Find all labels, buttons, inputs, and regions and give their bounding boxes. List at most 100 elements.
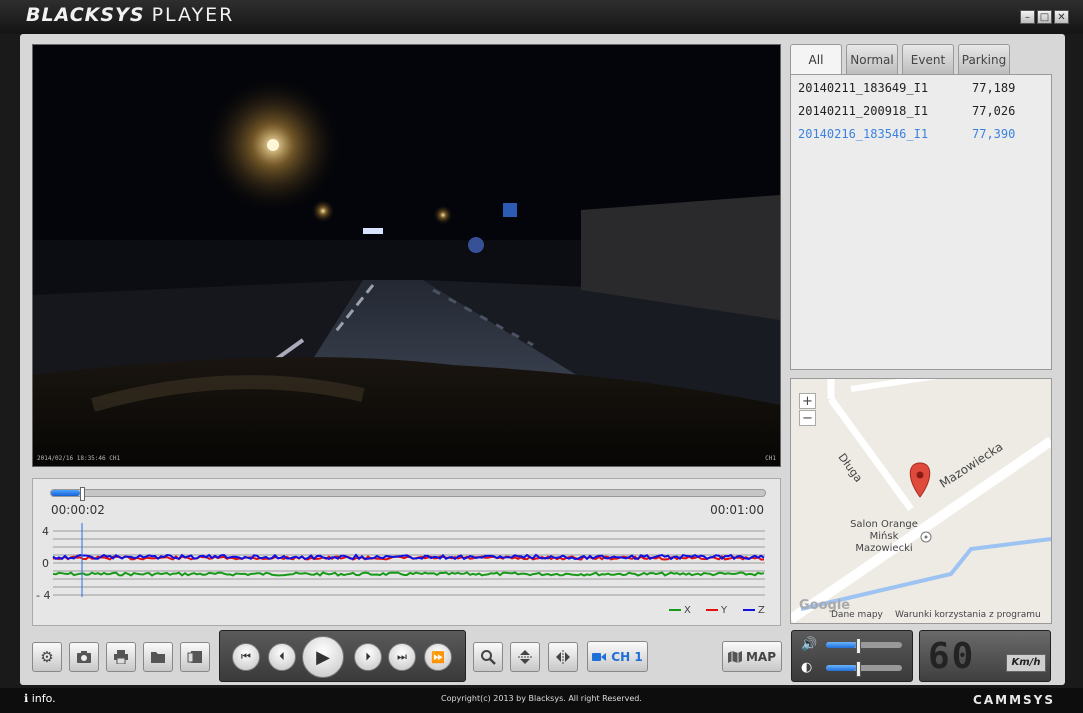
magnifier-icon bbox=[481, 650, 496, 665]
video-channel-tag: CH1 bbox=[765, 455, 776, 462]
seek-progress bbox=[51, 490, 80, 496]
skip-forward-icon: ⏭ bbox=[397, 650, 407, 663]
window-controls: – □ ✕ bbox=[1020, 10, 1069, 24]
playback-controls: ⏮ ⏴ ▶ ⏵ ⏭ ⏩ bbox=[219, 630, 466, 682]
speed-value: 60 bbox=[928, 636, 976, 677]
info-link[interactable]: ℹ info. bbox=[24, 692, 56, 705]
poi-line-2: Mińsk bbox=[869, 531, 899, 542]
gsensor-tick-top: 4 bbox=[42, 525, 49, 538]
info-label: info. bbox=[31, 692, 56, 705]
map-icon bbox=[727, 650, 742, 663]
flip-vertical-button[interactable] bbox=[510, 642, 540, 672]
flip-vertical-icon bbox=[518, 650, 532, 664]
print-icon bbox=[114, 650, 128, 664]
legend-z: Z bbox=[743, 605, 765, 616]
poi-label: Salon Orange Mińsk Mazowiecki bbox=[849, 519, 919, 555]
gsensor-x-line bbox=[52, 571, 765, 577]
play-button[interactable]: ▶ bbox=[302, 636, 344, 678]
frame-forward-icon: ⏵ bbox=[365, 650, 371, 663]
tab-all[interactable]: All bbox=[790, 44, 842, 74]
video-view[interactable]: 2014/02/16 18:35:46 CH1 CH1 bbox=[32, 44, 781, 467]
seek-handle[interactable] bbox=[79, 487, 85, 501]
file-name: 20140216_183546_I1 bbox=[798, 127, 929, 141]
brand-bold: BLACKSYS bbox=[26, 4, 145, 26]
map-terms-link[interactable]: Warunki korzystania z programu bbox=[895, 610, 1041, 620]
poi-line-1: Salon Orange bbox=[850, 519, 918, 530]
video-timestamp: 2014/02/16 18:35:46 CH1 bbox=[37, 455, 121, 462]
info-icon: ℹ bbox=[24, 692, 29, 705]
app-logo: BLACKSYS PLAYER bbox=[26, 4, 234, 26]
flip-horizontal-button[interactable] bbox=[548, 642, 578, 672]
legend-x-label: X bbox=[684, 605, 691, 616]
legend-y-label: Y bbox=[721, 605, 728, 616]
gsensor-tick-zero: 0 bbox=[42, 557, 49, 570]
legend-x: X bbox=[669, 605, 691, 616]
folder-icon bbox=[151, 652, 165, 663]
export-button[interactable] bbox=[180, 642, 210, 672]
volume-icon: 🔊 bbox=[801, 637, 818, 652]
brand-light: PLAYER bbox=[151, 4, 235, 26]
volume-level bbox=[826, 642, 857, 648]
skip-back-button[interactable]: ⏮ bbox=[232, 643, 260, 671]
gsensor-graph[interactable] bbox=[33, 523, 780, 603]
snapshot-button[interactable] bbox=[69, 642, 99, 672]
skip-forward-button[interactable]: ⏭ bbox=[388, 643, 416, 671]
audio-video-mixer: 🔊 ◐ bbox=[791, 630, 913, 682]
fast-forward-button[interactable]: ⏩ bbox=[424, 643, 452, 671]
file-size: 77,390 bbox=[972, 127, 1016, 141]
brightness-slider[interactable] bbox=[826, 661, 902, 677]
seek-bar[interactable] bbox=[50, 487, 766, 501]
open-folder-button[interactable] bbox=[143, 642, 173, 672]
video-camera-icon bbox=[592, 652, 607, 661]
speed-unit: Km/h bbox=[1006, 654, 1046, 672]
settings-button[interactable]: ⚙ bbox=[32, 642, 62, 672]
list-item[interactable]: 20140211_200918_I1 77,026 bbox=[798, 104, 1015, 118]
copyright: Copyright(c) 2013 by Blacksys. All right… bbox=[441, 694, 642, 703]
skip-back-icon: ⏮ bbox=[241, 650, 251, 663]
zoom-button[interactable] bbox=[473, 642, 503, 672]
tab-normal[interactable]: Normal bbox=[846, 44, 898, 74]
minimize-button[interactable]: – bbox=[1020, 10, 1035, 24]
map-panel[interactable]: + − Długa Mazowiecka Salon Orange Mińsk … bbox=[790, 378, 1052, 624]
brightness-icon: ◐ bbox=[801, 660, 813, 675]
legend-y: Y bbox=[706, 605, 727, 616]
map-zoom-out[interactable]: − bbox=[799, 410, 816, 426]
map-data-link[interactable]: Dane mapy bbox=[831, 610, 883, 620]
print-button[interactable] bbox=[106, 642, 136, 672]
file-name: 20140211_200918_I1 bbox=[798, 104, 929, 118]
timeline-panel: 00:00:02 00:01:00 4 0 - 4 X Y Z bbox=[32, 478, 781, 626]
export-icon bbox=[187, 651, 202, 663]
company-logo: CAMMSYS bbox=[973, 693, 1055, 707]
brightness-level bbox=[826, 665, 857, 671]
file-size: 77,189 bbox=[972, 81, 1016, 95]
map-toggle-button[interactable]: MAP bbox=[722, 641, 782, 672]
brightness-handle[interactable] bbox=[856, 661, 862, 677]
video-frame bbox=[33, 45, 780, 466]
play-icon: ▶ bbox=[316, 646, 330, 668]
tab-parking[interactable]: Parking bbox=[958, 44, 1010, 74]
status-bar: ℹ info. Copyright(c) 2013 by Blacksys. A… bbox=[0, 688, 1083, 713]
frame-forward-button[interactable]: ⏵ bbox=[354, 643, 382, 671]
list-item[interactable]: 20140211_183649_I1 77,189 bbox=[798, 81, 1015, 95]
list-item-selected[interactable]: 20140216_183546_I1 77,390 bbox=[798, 127, 1015, 141]
map-label: MAP bbox=[745, 649, 777, 664]
maximize-button[interactable]: □ bbox=[1037, 10, 1052, 24]
channel-button[interactable]: CH 1 bbox=[587, 641, 648, 672]
file-size: 77,026 bbox=[972, 104, 1016, 118]
gear-icon: ⚙ bbox=[40, 648, 54, 666]
file-list[interactable]: 20140211_183649_I1 77,189 20140211_20091… bbox=[790, 74, 1052, 370]
gsensor-tick-bottom: - 4 bbox=[36, 589, 51, 602]
title-bar: BLACKSYS PLAYER – □ ✕ bbox=[0, 0, 1083, 34]
poi-line-3: Mazowiecki bbox=[855, 543, 913, 554]
tab-event[interactable]: Event bbox=[902, 44, 954, 74]
map-zoom-in[interactable]: + bbox=[799, 393, 816, 409]
frame-back-button[interactable]: ⏴ bbox=[268, 643, 296, 671]
total-time: 00:01:00 bbox=[710, 503, 764, 517]
volume-slider[interactable] bbox=[826, 638, 902, 654]
legend-z-label: Z bbox=[758, 605, 765, 616]
camera-icon bbox=[77, 651, 91, 663]
frame-back-icon: ⏴ bbox=[279, 650, 285, 663]
volume-handle[interactable] bbox=[856, 638, 862, 654]
close-button[interactable]: ✕ bbox=[1054, 10, 1069, 24]
speedometer: 60 Km/h bbox=[919, 630, 1051, 682]
